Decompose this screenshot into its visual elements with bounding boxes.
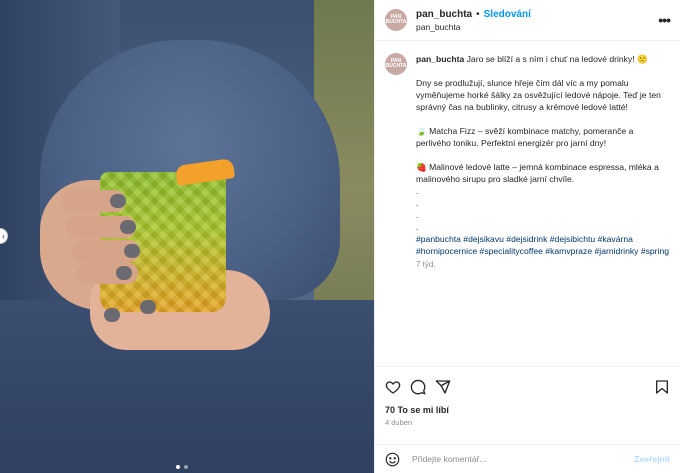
- post-header: PAN BUCHTA pan_buchta • Sledování pan_bu…: [375, 0, 680, 41]
- nail: [104, 308, 120, 322]
- nail: [140, 300, 156, 314]
- comment-input[interactable]: [410, 453, 635, 465]
- caption-paragraph: 🍃 Matcha Fizz – svěží kombinace matchy, …: [416, 126, 634, 148]
- avatar[interactable]: PAN BUCHTA: [385, 9, 407, 31]
- heart-icon[interactable]: [385, 379, 401, 395]
- avatar-logo-text: PAN BUCHTA: [385, 58, 407, 69]
- likes-count[interactable]: 70 To se mi líbí: [385, 405, 670, 415]
- post-photo[interactable]: ‹: [0, 0, 374, 473]
- actions-section: 70 To se mi líbí 4 duben: [375, 366, 680, 444]
- chevron-left-icon: ‹: [2, 231, 5, 241]
- action-icons: [385, 375, 670, 399]
- caption-section: PAN BUCHTA pan_buchta Jaro se blíží a s …: [375, 41, 680, 366]
- header-subline[interactable]: pan_buchta: [416, 22, 531, 32]
- caption-paragraph: 🍓 Malinové ledové latte – jemná kombinac…: [416, 162, 659, 184]
- follow-button[interactable]: Sledování: [484, 9, 531, 20]
- caption-paragraph: Dny se prodlužují, slunce hřeje čím dál …: [416, 78, 661, 112]
- caption-username-link[interactable]: pan_buchta: [416, 54, 464, 64]
- nail: [124, 244, 140, 258]
- post-side-panel: PAN BUCHTA pan_buchta • Sledování pan_bu…: [374, 0, 680, 473]
- caption-dot: .: [416, 198, 419, 208]
- comment-bar: Zveřejnit: [375, 444, 680, 473]
- emoji-icon[interactable]: [385, 452, 400, 467]
- publish-button[interactable]: Zveřejnit: [634, 454, 670, 464]
- caption-dot: .: [416, 186, 419, 196]
- nail: [120, 220, 136, 234]
- caption-body: pan_buchta Jaro se blíží a s ním i chuť …: [416, 53, 670, 366]
- nail: [110, 194, 126, 208]
- username-link[interactable]: pan_buchta: [416, 9, 472, 20]
- caption-dot: .: [416, 222, 419, 232]
- nail: [116, 266, 132, 280]
- caption-dot: .: [416, 210, 419, 220]
- more-options-icon[interactable]: •••: [658, 12, 671, 28]
- comment-icon[interactable]: [410, 379, 426, 395]
- avatar[interactable]: PAN BUCHTA: [385, 53, 407, 75]
- carousel-dot: [176, 465, 180, 469]
- carousel-dots: [176, 465, 188, 469]
- post-date: 4 duben: [385, 418, 413, 427]
- share-icon[interactable]: [435, 379, 451, 395]
- carousel-dot: [184, 465, 188, 469]
- header-text: pan_buchta • Sledování pan_buchta: [416, 9, 531, 32]
- header-row: pan_buchta • Sledování: [416, 9, 531, 20]
- instagram-post: ‹ PAN BUCHTA pan_buchta • Sledování pan_…: [0, 0, 680, 473]
- post-time[interactable]: 7 týd.: [416, 259, 670, 271]
- avatar-logo-text: PAN BUCHTA: [385, 14, 407, 25]
- hashtags-line[interactable]: #panbuchta #dejsikavu #dejsidrink #dejsi…: [416, 233, 670, 245]
- bookmark-icon[interactable]: [654, 379, 670, 395]
- separator-dot: •: [476, 8, 480, 20]
- caption-intro: Jaro se blíží a s ním i chuť na ledové d…: [466, 54, 648, 64]
- hashtags-line[interactable]: #hornipocernice #specialitycoffee #kamvp…: [416, 245, 670, 257]
